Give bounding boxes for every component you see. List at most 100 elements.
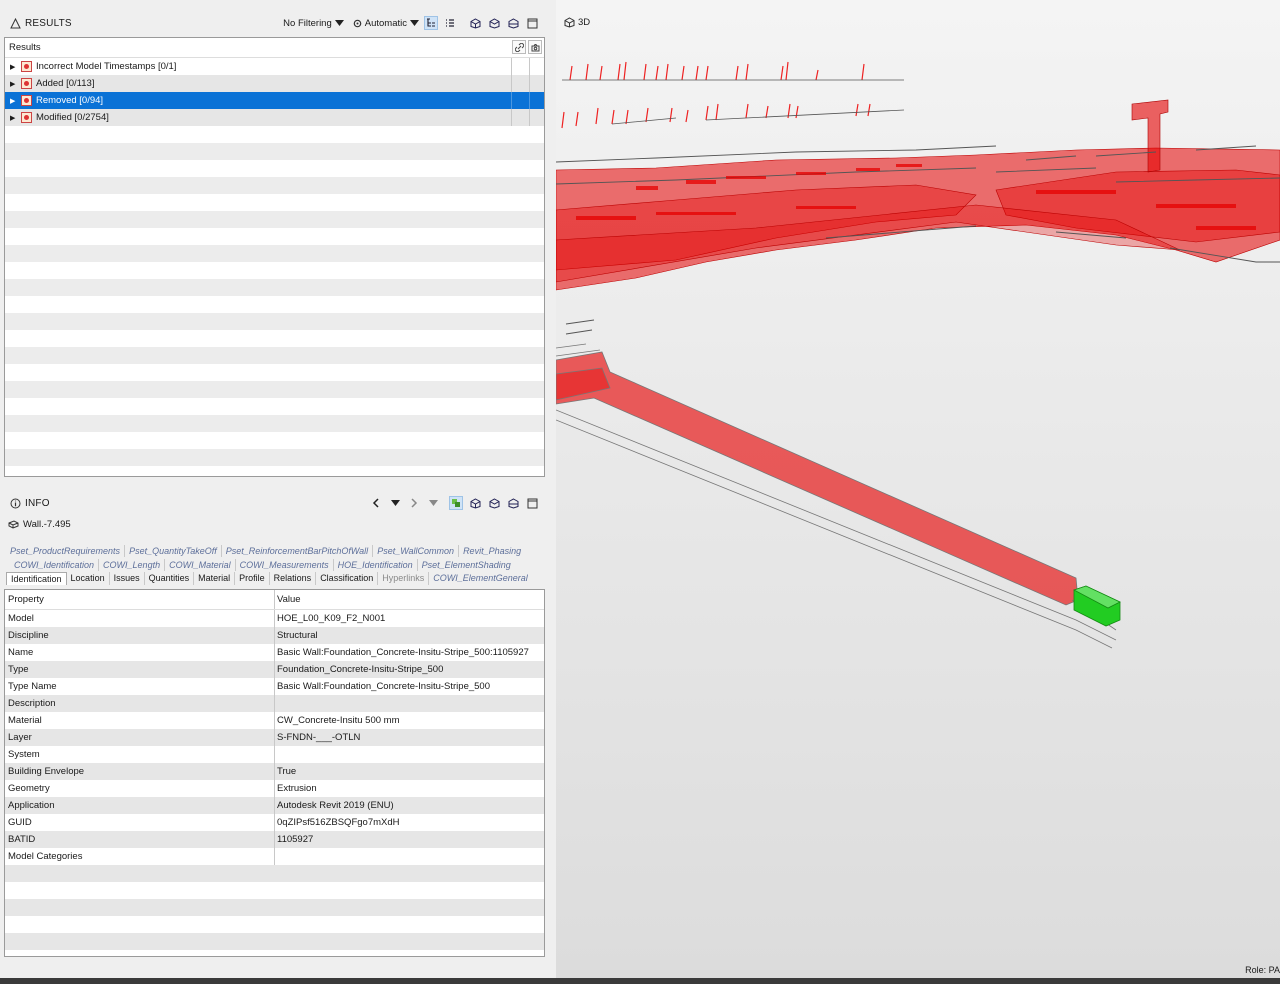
filter-dropdown[interactable]: No Filtering — [283, 18, 344, 29]
forward-button[interactable] — [407, 496, 421, 510]
tab-cowi-identification[interactable]: COWI_Identification — [6, 559, 100, 571]
list-item-selected[interactable]: ▶ Removed [0/94] — [5, 92, 544, 109]
empty-rows — [5, 126, 544, 466]
camera-icon[interactable] — [528, 40, 542, 54]
tab-pset-productrequirements[interactable]: Pset_ProductRequirements — [6, 545, 126, 557]
empty-row — [5, 865, 544, 882]
clash-building — [556, 147, 1280, 291]
list-item[interactable]: ▶ Modified [0/2754] — [5, 109, 544, 126]
sync-selection-button[interactable] — [449, 496, 463, 510]
table-row[interactable]: Application Autodesk Revit 2019 (ENU) — [5, 797, 544, 814]
empty-row — [5, 899, 544, 916]
role-indicator: Role: PA — [1245, 965, 1280, 975]
history-dropdown[interactable] — [388, 496, 402, 510]
tab-revit-phasing[interactable]: Revit_Phasing — [459, 545, 525, 557]
tab-cowi-length[interactable]: COWI_Length — [99, 559, 166, 571]
isolate-button[interactable] — [468, 496, 482, 510]
foundation-wall — [556, 343, 1117, 649]
table-row[interactable]: Description — [5, 695, 544, 712]
table-row[interactable]: Model HOE_L00_K09_F2_N001 — [5, 610, 544, 627]
table-row[interactable]: Model Categories — [5, 848, 544, 865]
3d-viewport[interactable]: 3D Role: PA — [556, 0, 1280, 978]
hide-button[interactable] — [487, 16, 501, 30]
table-row[interactable]: Material CW_Concrete-Insitu 500 mm — [5, 712, 544, 729]
table-row[interactable]: Building Envelope True — [5, 763, 544, 780]
clash-group-icon — [21, 78, 32, 89]
link-icon[interactable] — [512, 40, 526, 54]
table-row[interactable]: Layer S-FNDN-___-OTLN — [5, 729, 544, 746]
maximize-button[interactable] — [525, 496, 539, 510]
rebar-row-top — [562, 61, 904, 81]
selected-element — [1072, 585, 1121, 627]
selected-object: Wall.-7.495 — [8, 519, 71, 530]
tab-cowi-elementgeneral[interactable]: COWI_ElementGeneral — [429, 572, 532, 585]
table-row[interactable]: Type Foundation_Concrete-Insitu-Stripe_50… — [5, 661, 544, 678]
list-icon — [446, 19, 454, 27]
results-header: RESULTS No Filtering Automatic — [4, 10, 545, 36]
maximize-button[interactable] — [525, 16, 539, 30]
tab-classification[interactable]: Classification — [316, 572, 379, 585]
table-row[interactable]: Geometry Extrusion — [5, 780, 544, 797]
table-row[interactable]: Discipline Structural — [5, 627, 544, 644]
table-row[interactable]: Name Basic Wall:Foundation_Concrete-Insit… — [5, 644, 544, 661]
model-render[interactable] — [556, 0, 1280, 978]
item-label: Modified [0/2754] — [36, 112, 109, 123]
status-bar — [0, 978, 1280, 984]
tree-view-button[interactable] — [424, 16, 438, 30]
tab-pset-elementshading[interactable]: Pset_ElementShading — [418, 559, 515, 571]
info-circle-icon — [10, 498, 21, 509]
empty-row — [5, 882, 544, 899]
cube-icon — [508, 17, 518, 29]
column-header-value[interactable]: Value — [275, 590, 544, 609]
table-row[interactable]: GUID 0qZIPsf516ZBSQFgo7mXdH — [5, 814, 544, 831]
column-header-property[interactable]: Property — [5, 590, 275, 609]
tab-cowi-measurements[interactable]: COWI_Measurements — [236, 559, 334, 571]
table-row[interactable]: Type Name Basic Wall:Foundation_Concrete-… — [5, 678, 544, 695]
results-tree[interactable]: Results ▶ Incorrect Model Timestamps [0/… — [4, 37, 545, 477]
tree-icon — [427, 18, 435, 27]
tab-profile[interactable]: Profile — [235, 572, 270, 585]
expand-arrow-icon[interactable]: ▶ — [10, 97, 19, 105]
tab-relations[interactable]: Relations — [270, 572, 317, 585]
tab-cowi-material[interactable]: COWI_Material — [165, 559, 236, 571]
tab-pset-reinforcementbarpitchofwall[interactable]: Pset_ReinforcementBarPitchOfWall — [222, 545, 374, 557]
forward-history-dropdown[interactable] — [426, 496, 440, 510]
expand-arrow-icon[interactable]: ▶ — [10, 63, 19, 71]
tab-location[interactable]: Location — [67, 572, 110, 585]
tab-identification[interactable]: Identification — [6, 572, 67, 585]
cube-icon — [470, 497, 480, 509]
tab-hoe-identification[interactable]: HOE_Identification — [334, 559, 418, 571]
table-header: Property Value — [5, 590, 544, 610]
property-table[interactable]: Property Value Model HOE_L00_K09_F2_N001 … — [4, 589, 545, 957]
item-label: Incorrect Model Timestamps [0/1] — [36, 61, 177, 72]
clash-group-icon — [21, 112, 32, 123]
tab-hyperlinks[interactable]: Hyperlinks — [378, 572, 430, 585]
wall-icon — [8, 519, 19, 529]
mode-dropdown[interactable]: Automatic — [353, 18, 419, 29]
tab-issues[interactable]: Issues — [110, 572, 145, 585]
chevron-down-icon — [410, 20, 419, 26]
tab-quantities[interactable]: Quantities — [145, 572, 195, 585]
expand-arrow-icon[interactable]: ▶ — [10, 80, 19, 88]
list-view-button[interactable] — [443, 16, 457, 30]
clash-group-icon — [21, 95, 32, 106]
cube-icon — [508, 497, 518, 509]
tab-pset-quantitytakeoff[interactable]: Pset_QuantityTakeOff — [125, 545, 222, 557]
back-button[interactable] — [369, 496, 383, 510]
table-row[interactable]: System — [5, 746, 544, 763]
isolate-button[interactable] — [468, 16, 482, 30]
hide-button[interactable] — [487, 496, 501, 510]
show-button[interactable] — [506, 16, 520, 30]
list-item[interactable]: ▶ Incorrect Model Timestamps [0/1] — [5, 58, 544, 75]
tab-material[interactable]: Material — [194, 572, 236, 585]
table-row[interactable]: BATID 1105927 — [5, 831, 544, 848]
expand-arrow-icon[interactable]: ▶ — [10, 114, 19, 122]
chevron-down-icon — [390, 500, 400, 506]
show-button[interactable] — [506, 496, 520, 510]
empty-row — [5, 933, 544, 950]
tab-pset-wallcommon[interactable]: Pset_WallCommon — [373, 545, 460, 557]
list-item[interactable]: ▶ Added [0/113] — [5, 75, 544, 92]
info-title: INFO — [25, 497, 50, 509]
results-tree-header: Results — [5, 38, 544, 58]
chevron-down-icon — [428, 500, 438, 506]
